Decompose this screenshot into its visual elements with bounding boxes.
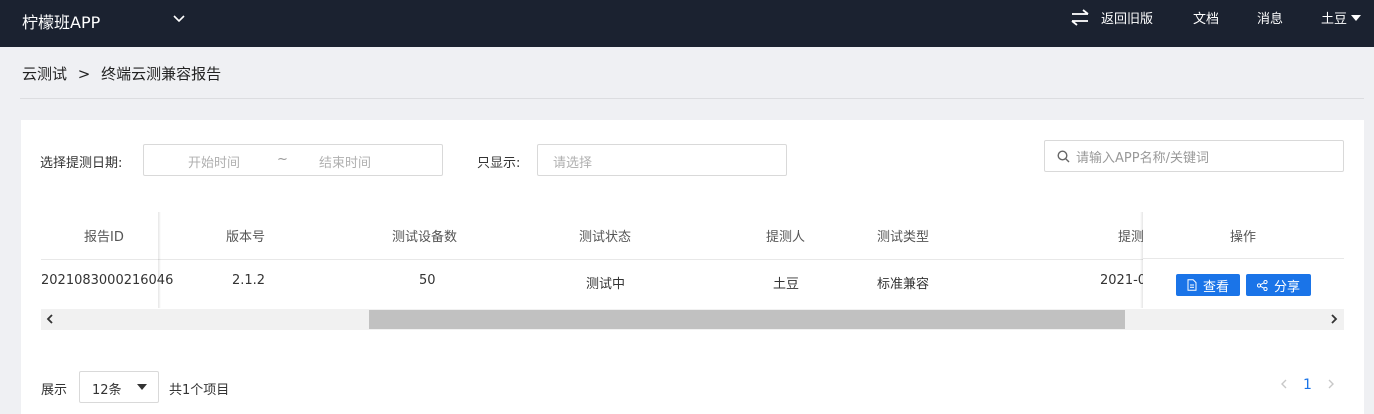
page-size-value: 12条: [92, 383, 122, 398]
col-header-actions: 操作: [1230, 230, 1257, 245]
app-switcher-label[interactable]: 柠檬班APP: [22, 9, 100, 33]
user-menu[interactable]: 土豆: [1321, 8, 1362, 27]
breadcrumb-root[interactable]: 云测试: [22, 65, 67, 83]
col-header-device-count: 测试设备数: [392, 230, 458, 245]
total-count: 共1个项目: [169, 383, 230, 398]
col-header-submitter: 提测人: [766, 230, 806, 245]
caret-down-icon: [1351, 14, 1362, 21]
share-icon: [1256, 279, 1268, 291]
horizontal-scrollbar[interactable]: [41, 309, 1344, 330]
cell-device-count: 50: [419, 273, 436, 288]
page-size-select[interactable]: 12条: [79, 371, 159, 403]
divider: [20, 98, 1364, 99]
caret-down-icon: [137, 384, 147, 390]
cell-status: 测试中: [586, 277, 626, 292]
search-icon: [1057, 150, 1070, 163]
search-placeholder: 请输入APP名称/关键词: [1076, 151, 1209, 166]
row-divider: [1143, 258, 1344, 259]
only-show-label: 只显示:: [477, 156, 521, 171]
messages-link[interactable]: 消息: [1257, 8, 1283, 27]
page-number-current[interactable]: 1: [1303, 377, 1312, 393]
view-button-label: 查看: [1202, 279, 1229, 295]
only-show-select[interactable]: 请选择: [537, 144, 787, 176]
start-date-input[interactable]: 开始时间: [188, 152, 240, 171]
view-button[interactable]: 查看: [1176, 274, 1240, 296]
col-header-version: 版本号: [226, 230, 266, 245]
breadcrumb: 云测试 > 终端云测兼容报告: [22, 63, 221, 84]
date-range-separator: ~: [277, 152, 288, 167]
next-page-icon[interactable]: [1326, 378, 1336, 390]
share-button[interactable]: 分享: [1246, 274, 1311, 296]
search-input[interactable]: 请输入APP名称/关键词: [1044, 140, 1344, 172]
swap-icon[interactable]: [1070, 9, 1090, 27]
scroll-left-icon[interactable]: [45, 314, 55, 324]
end-date-input[interactable]: 结束时间: [319, 152, 371, 171]
page-size-label: 展示: [41, 383, 68, 398]
only-show-placeholder: 请选择: [553, 156, 593, 171]
report-card: 选择提测日期: 开始时间 ~ 结束时间 只显示: 请选择 请输入APP名称/关键…: [21, 120, 1364, 414]
scrollbar-thumb[interactable]: [369, 310, 1125, 329]
col-header-report-id: 报告ID: [84, 230, 124, 245]
scroll-right-icon[interactable]: [1329, 314, 1339, 324]
document-icon: [1187, 279, 1197, 291]
share-button-label: 分享: [1273, 279, 1300, 295]
actions-column: 操作: [1143, 212, 1344, 308]
col-header-test-type: 测试类型: [877, 230, 930, 245]
fixed-column-shadow: [158, 212, 161, 308]
cell-version: 2.1.2: [232, 273, 266, 288]
breadcrumb-separator: >: [77, 65, 91, 83]
user-name: 土豆: [1321, 12, 1348, 27]
cell-report-id: 2021083000216046: [41, 273, 174, 288]
breadcrumb-current: 终端云测兼容报告: [101, 65, 222, 83]
date-range-picker[interactable]: 开始时间 ~ 结束时间: [143, 144, 443, 176]
back-to-old-version-link[interactable]: 返回旧版: [1101, 8, 1153, 27]
prev-page-icon[interactable]: [1279, 378, 1289, 390]
docs-link[interactable]: 文档: [1193, 8, 1219, 27]
cell-test-type: 标准兼容: [877, 277, 930, 292]
top-bar: 柠檬班APP 返回旧版 文档 消息 土豆: [0, 0, 1374, 47]
date-filter-label: 选择提测日期:: [40, 156, 123, 171]
chevron-down-icon[interactable]: [172, 12, 186, 26]
cell-submitter: 土豆: [773, 277, 800, 292]
col-header-status: 测试状态: [579, 230, 632, 245]
